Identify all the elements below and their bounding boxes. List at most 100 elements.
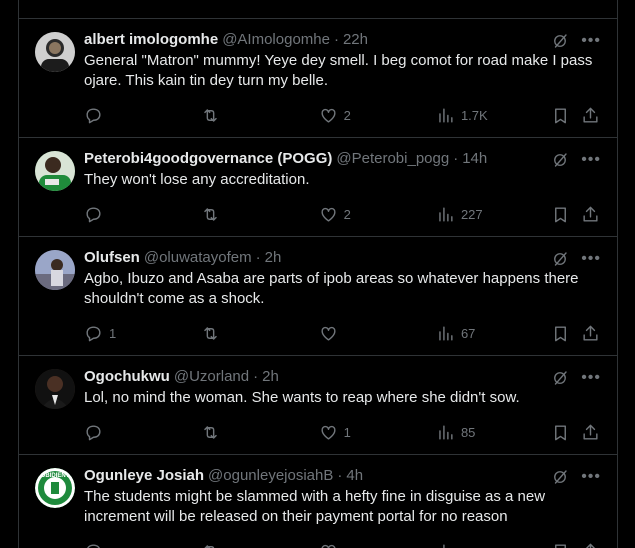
avatar[interactable] xyxy=(35,250,75,290)
views-button[interactable]: 227 xyxy=(436,205,551,224)
bookmark-button[interactable] xyxy=(551,423,581,442)
timestamp[interactable]: 4h xyxy=(346,466,363,486)
tweet-header: Peterobi4goodgovernance (POGG) @Peterobi… xyxy=(84,149,601,169)
tweet-header-actions: ••• xyxy=(551,32,601,50)
views-button[interactable]: 85 xyxy=(436,423,551,442)
previous-tweet-tail xyxy=(19,0,617,19)
reply-button[interactable] xyxy=(84,423,201,442)
grok-icon[interactable] xyxy=(551,369,569,387)
display-name[interactable]: Olufsen xyxy=(84,248,140,268)
share-button[interactable] xyxy=(581,423,601,442)
action-bar xyxy=(84,541,601,548)
share-button[interactable] xyxy=(581,106,601,125)
bookmark-button[interactable] xyxy=(551,324,581,343)
avatar[interactable] xyxy=(35,32,75,72)
timestamp[interactable]: 2h xyxy=(262,367,279,387)
retweet-icon xyxy=(204,326,218,340)
separator: · xyxy=(255,249,261,266)
views-icon xyxy=(439,424,453,440)
retweet-icon xyxy=(204,544,215,548)
tweet[interactable]: albert imologomhe @AImologomhe · 22h Gen… xyxy=(19,19,617,138)
share-button[interactable] xyxy=(581,205,601,224)
timestamp[interactable]: 22h xyxy=(343,30,368,50)
action-bar: 1 85 xyxy=(84,422,601,442)
user-handle[interactable]: @Uzorland xyxy=(174,367,249,387)
tweet[interactable]: OBIDIENT Ogunleye Josiah @ogunleyejosiah… xyxy=(19,455,617,548)
views-button[interactable] xyxy=(436,542,551,548)
retweet-button[interactable] xyxy=(201,324,318,343)
more-options-icon[interactable]: ••• xyxy=(581,152,601,168)
user-handle[interactable]: @ogunleyejosiahB xyxy=(208,466,333,486)
retweet-icon xyxy=(204,207,218,221)
user-handle[interactable]: @Peterobi_pogg xyxy=(336,149,449,169)
avatar[interactable]: OBIDIENT xyxy=(35,468,75,508)
tweet[interactable]: Ogochukwu @Uzorland · 2h Lol, no mind th… xyxy=(19,356,617,455)
tweet-header-actions: ••• xyxy=(551,250,601,268)
tweet-header: Ogochukwu @Uzorland · 2h xyxy=(84,367,601,387)
grok-icon[interactable] xyxy=(551,250,569,268)
user-handle[interactable]: @oluwatayofem xyxy=(144,248,252,268)
like-button[interactable] xyxy=(319,542,436,548)
retweet-button[interactable] xyxy=(201,423,318,442)
share-button[interactable] xyxy=(581,324,601,343)
retweet-button[interactable] xyxy=(201,205,318,224)
action-bar: 1 67 xyxy=(84,323,601,343)
avatar[interactable] xyxy=(35,369,75,409)
like-button[interactable]: 2 xyxy=(319,205,436,224)
tweet-text: General "Matron" mummy! Yeye dey smell. … xyxy=(84,52,593,89)
tweet-header: Olufsen @oluwatayofem · 2h xyxy=(84,248,601,268)
separator: · xyxy=(333,31,339,48)
share-button[interactable] xyxy=(581,542,601,548)
share-icon xyxy=(583,325,598,341)
display-name[interactable]: Peterobi4goodgovernance (POGG) xyxy=(84,149,332,169)
tweet-text: The students might be slammed with a hef… xyxy=(84,488,546,525)
view-count: 227 xyxy=(460,206,483,222)
like-button[interactable] xyxy=(319,324,436,343)
grok-icon[interactable] xyxy=(551,151,569,169)
avatar-logo-text: OBIDIENT xyxy=(41,473,70,479)
view-count: 67 xyxy=(460,325,476,341)
more-options-icon[interactable]: ••• xyxy=(581,469,601,485)
views-button[interactable]: 67 xyxy=(436,324,551,343)
user-handle[interactable]: @AImologomhe xyxy=(222,30,330,50)
retweet-button[interactable] xyxy=(201,106,318,125)
more-options-icon[interactable]: ••• xyxy=(581,370,601,386)
avatar[interactable] xyxy=(35,151,75,191)
like-button[interactable]: 1 xyxy=(319,423,436,442)
reply-button[interactable] xyxy=(84,205,201,224)
tweet[interactable]: Olufsen @oluwatayofem · 2h Agbo, Ibuzo a… xyxy=(19,237,617,356)
views-icon xyxy=(439,206,453,222)
separator: · xyxy=(337,467,343,484)
timestamp[interactable]: 2h xyxy=(265,248,282,268)
retweet-icon xyxy=(204,108,218,122)
more-options-icon[interactable]: ••• xyxy=(581,33,601,49)
display-name[interactable]: Ogochukwu xyxy=(84,367,170,387)
retweet-icon xyxy=(204,425,218,439)
reply-button[interactable] xyxy=(84,542,201,548)
reply-button[interactable] xyxy=(84,106,201,125)
heart-icon xyxy=(321,544,336,548)
grok-icon[interactable] xyxy=(551,32,569,50)
views-button[interactable]: 1.7K xyxy=(436,106,551,125)
bookmark-button[interactable] xyxy=(551,542,581,548)
reply-button[interactable]: 1 xyxy=(84,324,201,343)
bookmark-button[interactable] xyxy=(551,205,581,224)
bookmark-button[interactable] xyxy=(551,106,581,125)
like-button[interactable]: 2 xyxy=(319,106,436,125)
views-icon xyxy=(439,107,453,123)
bookmark-icon xyxy=(555,543,567,548)
display-name[interactable]: albert imologomhe xyxy=(84,30,218,50)
more-options-icon[interactable]: ••• xyxy=(581,251,601,267)
tweet-header: Ogunleye Josiah @ogunleyejosiahB · 4h xyxy=(84,466,601,486)
views-icon xyxy=(439,325,453,341)
timestamp[interactable]: 14h xyxy=(462,149,487,169)
reply-icon xyxy=(86,206,101,222)
tweet[interactable]: Peterobi4goodgovernance (POGG) @Peterobi… xyxy=(19,138,617,237)
grok-icon[interactable] xyxy=(551,468,569,486)
reply-count: 1 xyxy=(109,325,117,341)
action-bar: 2 227 xyxy=(84,204,601,224)
share-icon xyxy=(583,206,598,222)
retweet-button[interactable] xyxy=(201,542,318,548)
tweet-text: Lol, no mind the woman. She wants to rea… xyxy=(84,389,520,406)
display-name[interactable]: Ogunleye Josiah xyxy=(84,466,204,486)
